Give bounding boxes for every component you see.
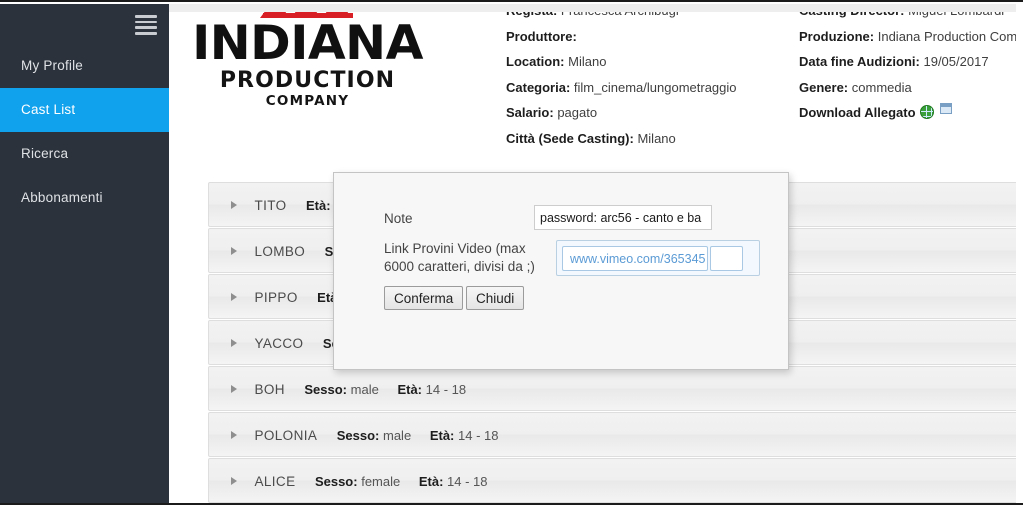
- note-dialog: Note Link Provini Video (max 6000 caratt…: [333, 172, 789, 370]
- sidebar-item-ricerca[interactable]: Ricerca: [0, 132, 169, 176]
- cast-eta-value: 14 - 18: [458, 428, 499, 443]
- content-top-strip: [169, 4, 1023, 12]
- sidebar-item-label: Abbonamenti: [21, 190, 103, 205]
- sidebar-item-abbonamenti[interactable]: Abbonamenti: [0, 176, 169, 220]
- detail-label: Produzione:: [799, 28, 875, 44]
- detail-produzione: Produzione: Indiana Production Company: [799, 24, 1023, 50]
- detail-label: Salario:: [506, 105, 554, 120]
- expand-triangle-icon[interactable]: [231, 477, 237, 485]
- cast-sesso-label: Sesso:: [336, 428, 380, 443]
- detail-genere: Genere: commedia: [799, 75, 1023, 101]
- cast-name: POLONIA: [254, 428, 318, 443]
- hamburger-bar: [135, 32, 157, 35]
- cast-eta-value: 14 - 18: [447, 474, 488, 489]
- conferma-button[interactable]: Conferma: [384, 286, 464, 310]
- detail-value: Indiana Production Company: [877, 28, 1023, 44]
- cast-eta-label: Età:: [397, 382, 423, 397]
- cast-sesso-label: Sesso:: [314, 474, 358, 489]
- detail-citta: Città (Sede Casting): Milano: [506, 126, 796, 152]
- casting-header: INDIANA PRODUCTION COMPANY Regista: Fran…: [169, 4, 1023, 159]
- detail-value: 19/05/2017: [923, 54, 989, 69]
- detail-label: Genere:: [799, 79, 849, 95]
- expand-triangle-icon[interactable]: [231, 247, 237, 255]
- video-link-tag[interactable]: www.vimeo.com/365345✕: [562, 246, 708, 271]
- detail-label: Download Allegato: [799, 105, 916, 120]
- sidebar: My Profile Cast List Ricerca Abbonamenti: [0, 4, 169, 503]
- cast-name: YACCO: [254, 336, 304, 351]
- detail-value: film_cinema/lungometraggio: [573, 79, 737, 95]
- cast-eta-label: Età:: [306, 198, 331, 213]
- cast-eta-label: Età:: [429, 428, 455, 443]
- globe-icon[interactable]: [919, 105, 934, 119]
- tag-entry-input[interactable]: [710, 246, 743, 271]
- detail-column-right: Casting Director: Miguel Lombardi Produz…: [799, 4, 1023, 126]
- detail-label: Città (Sede Casting):: [506, 130, 634, 146]
- cast-sesso-value: male: [383, 428, 412, 443]
- cast-sesso: Sesso: male: [304, 382, 382, 397]
- detail-value: pagato: [557, 105, 598, 120]
- cast-eta: Età: 14 - 18: [430, 428, 499, 443]
- expand-triangle-icon[interactable]: [231, 431, 237, 439]
- cast-name: BOH: [254, 382, 285, 397]
- cast-sesso-label: Sesso:: [304, 382, 348, 397]
- detail-label: Produttore:: [506, 28, 577, 44]
- hamburger-bar: [135, 15, 157, 18]
- detail-column-left: Regista: Francesca Archibugi Produttore:…: [506, 4, 796, 151]
- cast-name: TITO: [254, 198, 287, 213]
- sidebar-item-label: Cast List: [21, 102, 76, 117]
- detail-data-fine-audizioni: Data fine Audizioni: 19/05/2017: [799, 49, 1023, 75]
- note-label: Note: [384, 211, 413, 226]
- detail-produttore: Produttore:: [506, 24, 796, 50]
- hamburger-bar: [135, 26, 157, 29]
- video-links-tag-input[interactable]: www.vimeo.com/365345✕: [556, 240, 760, 276]
- cast-eta: Età: 14 - 18: [397, 382, 466, 397]
- detail-value: Milano: [637, 130, 676, 146]
- cast-eta-label: Età:: [418, 474, 444, 489]
- expand-triangle-icon[interactable]: [231, 339, 237, 347]
- note-input[interactable]: [534, 205, 712, 230]
- logo-subtitle-2: COMPANY: [265, 93, 350, 109]
- cast-eta: Età: 14 - 18: [419, 474, 488, 489]
- browser-viewport: My Profile Cast List Ricerca Abbonamenti: [0, 0, 1023, 505]
- cast-row-boh[interactable]: BOH Sesso: male Età: 14 - 18: [208, 366, 1020, 411]
- video-link-tag-text: www.vimeo.com/365345: [570, 252, 706, 266]
- external-link-icon[interactable]: [939, 103, 952, 114]
- detail-download-allegato[interactable]: Download Allegato: [799, 100, 1023, 126]
- detail-salario: Salario: pagato: [506, 100, 796, 126]
- detail-value: Milano: [568, 54, 607, 69]
- cast-eta-value: 14 - 18: [425, 382, 467, 397]
- company-logo: INDIANA PRODUCTION COMPANY: [185, 4, 430, 110]
- cast-row-alice[interactable]: ALICE Sesso: female Età: 14 - 18: [208, 458, 1020, 503]
- expand-triangle-icon[interactable]: [231, 385, 237, 393]
- sidebar-item-cast-list[interactable]: Cast List: [0, 88, 169, 132]
- detail-label: Data fine Audizioni:: [799, 54, 920, 69]
- hamburger-bar: [135, 20, 157, 24]
- expand-triangle-icon[interactable]: [231, 201, 237, 209]
- cast-name: ALICE: [254, 474, 296, 489]
- cast-sesso: Sesso: male: [337, 428, 415, 443]
- logo-subtitle: PRODUCTION: [219, 68, 396, 93]
- content-inner: INDIANA PRODUCTION COMPANY Regista: Fran…: [169, 4, 1023, 503]
- cast-row-polonia[interactable]: POLONIA Sesso: male Età: 14 - 18: [208, 412, 1020, 457]
- chiudi-button[interactable]: Chiudi: [466, 286, 525, 310]
- sidebar-item-label: Ricerca: [21, 146, 69, 161]
- detail-label: Location:: [506, 54, 565, 69]
- expand-triangle-icon[interactable]: [231, 293, 237, 301]
- hamburger-icon[interactable]: [135, 15, 157, 35]
- cast-sesso: Sesso: female: [315, 474, 404, 489]
- cast-name: LOMBO: [254, 244, 306, 259]
- detail-categoria: Categoria: film_cinema/lungometraggio: [506, 75, 796, 101]
- sidebar-item-my-profile[interactable]: My Profile: [0, 44, 169, 88]
- cast-sesso-value: male: [350, 382, 379, 397]
- content-right-gutter: [1016, 4, 1023, 503]
- link-provini-label: Link Provini Video (max 6000 caratteri, …: [384, 241, 535, 274]
- cast-name: PIPPO: [254, 290, 298, 305]
- detail-value: commedia: [851, 79, 912, 95]
- sidebar-topbar: [0, 4, 169, 44]
- logo-title: INDIANA: [192, 16, 423, 71]
- sidebar-item-label: My Profile: [21, 58, 84, 73]
- detail-location: Location: Milano: [506, 49, 796, 75]
- cast-sesso-value: female: [361, 474, 401, 489]
- detail-label: Categoria:: [506, 79, 571, 95]
